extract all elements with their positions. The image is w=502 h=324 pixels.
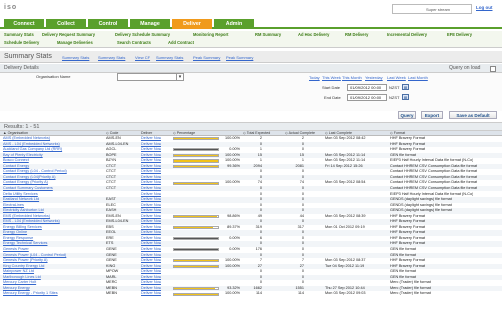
progress-bar: [173, 287, 219, 291]
main-nav: Connect Collect Control Manage Deliver A…: [0, 19, 502, 29]
results-table-body: AMS (Embedded Networks) AMS-EN Deliver Now…: [0, 136, 502, 324]
subnav-efe-delivery[interactable]: EFE Delivery: [447, 32, 472, 37]
progress-bar-fill: [174, 138, 218, 140]
end-timezone: NZST: [389, 95, 400, 100]
export-button[interactable]: Export: [421, 111, 443, 119]
subnav-delivery-request-summary[interactable]: Delivery Request Summary: [42, 32, 95, 37]
top-bar: iso Super stream Log out: [0, 0, 502, 18]
quick-today[interactable]: Today: [309, 75, 320, 80]
chevron-down-icon: ▾: [176, 74, 183, 80]
summary-link-3[interactable]: Summary Stats: [156, 55, 183, 60]
actual-complete-cell: 114: [297, 291, 304, 296]
organisation-link[interactable]: Mercury Energy - Priority 1 Sites: [3, 291, 101, 297]
query-button[interactable]: Query: [398, 111, 416, 119]
progress-bar-fill: [174, 182, 218, 184]
last-complete-cell: Mon 03 Sep 2012 09:03: [325, 291, 366, 296]
save-as-default-button[interactable]: Save as Default: [449, 111, 497, 119]
progress-bar-fill: [174, 154, 218, 157]
query-on-load-label: Query on load: [449, 65, 481, 71]
tab-manage[interactable]: Manage: [130, 19, 170, 29]
progress-bar-fill: [174, 160, 218, 162]
user-field[interactable]: Super stream: [392, 4, 472, 14]
progress-bar-fill: [174, 265, 218, 268]
progress-bar-fill: [174, 149, 218, 151]
subnav-rm-delivery[interactable]: RM Delivery: [345, 32, 368, 37]
summary-link-1[interactable]: Summary Stats: [62, 55, 89, 60]
summary-stats-header: Summary Stats Summary Stats Summary Stat…: [0, 51, 502, 63]
results-header: Results: 1 - 51: [0, 122, 502, 131]
subnav-manage-deliveries[interactable]: Manage Deliveries: [57, 40, 93, 45]
sub-nav: Summary Stats Delivery Request Summary D…: [0, 31, 502, 48]
progress-bar-fill: [174, 260, 218, 262]
progress-bar: [173, 259, 219, 263]
progress-bar-fill: [174, 288, 216, 290]
end-date-label: End Date: [324, 95, 341, 100]
progress-bar: [173, 148, 219, 152]
subnav-incremental-delivery[interactable]: Incremental Delivery: [387, 32, 427, 37]
progress-bar-fill: [174, 165, 218, 168]
summary-link-view-cf[interactable]: View CF: [135, 55, 150, 60]
progress-bar: [173, 153, 219, 158]
quick-this-month[interactable]: This Month: [342, 75, 362, 80]
progress-bar-fill: [174, 238, 218, 240]
summary-link-2[interactable]: Summary Stats: [98, 55, 125, 60]
query-on-load-checkbox[interactable]: [490, 65, 496, 72]
delivery-details-header: Delivery Details Query on load: [0, 64, 502, 73]
format-cell: Merc (Trader) file format: [390, 291, 431, 296]
subnav-search-contracts[interactable]: Search Contracts: [117, 40, 151, 45]
delivery-details-title: Delivery Details: [4, 65, 39, 71]
quick-yesterday[interactable]: Yesterday: [365, 75, 383, 80]
total-expected-cell: 114: [255, 291, 262, 296]
quick-last-month[interactable]: Last Month: [408, 75, 428, 80]
tab-connect[interactable]: Connect: [4, 19, 44, 29]
progress-bar: [173, 237, 219, 241]
tab-deliver[interactable]: Deliver: [172, 19, 212, 29]
start-date-input[interactable]: 01/09/2012 00:00: [347, 84, 387, 91]
deliver-now-link[interactable]: Deliver Now: [141, 291, 161, 297]
subnav-add-contract[interactable]: Add Contract: [168, 40, 194, 45]
subnav-ad-hoc-delivery[interactable]: Ad Hoc Delivery: [298, 32, 329, 37]
results-title: Results: 1 - 51: [4, 124, 40, 130]
subnav-rm-summary[interactable]: RM Summary: [255, 32, 281, 37]
subnav-delivery-schedule-summary[interactable]: Delivery Schedule Summary: [115, 32, 170, 37]
organisation-label: Organisation Name: [36, 74, 71, 79]
page-title: Summary Stats: [4, 53, 52, 60]
progress-bar: [173, 159, 219, 163]
table-row: Mercury Energy - Priority 1 Sites MEBN Del…: [0, 291, 502, 297]
progress-bar-fill: [174, 226, 214, 229]
progress-bar-fill: [174, 293, 218, 295]
progress-bar: [173, 225, 219, 230]
progress-bar: [173, 214, 219, 219]
quick-last-week[interactable]: Last Week: [387, 75, 406, 80]
logout-link[interactable]: Log out: [476, 5, 493, 10]
subnav-schedule-delivery[interactable]: Schedule Delivery: [4, 40, 39, 45]
progress-bar: [173, 164, 219, 169]
end-date-input[interactable]: 01/09/2012 00:00: [347, 94, 387, 101]
progress-bar: [173, 137, 219, 141]
progress-bar: [173, 292, 219, 296]
app-window: { "header": { "logo": "iso", "user": "Su…: [0, 0, 502, 324]
progress-bar: [173, 181, 219, 185]
percentage-cell: 100.00%: [225, 291, 240, 296]
progress-bar: [173, 248, 219, 252]
progress-bar-fill: [174, 249, 218, 251]
peak-summary-link-2[interactable]: Peak Summary: [226, 55, 253, 60]
peak-summary-link-1[interactable]: Peak Summary: [193, 55, 220, 60]
tab-admin[interactable]: Admin: [214, 19, 254, 29]
calendar-icon[interactable]: ▦: [402, 84, 409, 90]
quick-this-week[interactable]: This Week: [322, 75, 341, 80]
start-timezone: NZST: [389, 85, 400, 90]
progress-bar-fill: [174, 215, 218, 218]
organisation-select[interactable]: ▾: [117, 73, 184, 81]
subnav-summary-stats[interactable]: Summary Stats: [4, 32, 34, 37]
calendar-icon[interactable]: ▦: [402, 94, 409, 100]
tab-collect[interactable]: Collect: [46, 19, 86, 29]
progress-bar: [173, 264, 219, 269]
tab-control[interactable]: Control: [88, 19, 128, 29]
code-cell: MEBN: [106, 291, 117, 296]
subnav-monitoring-report[interactable]: Monitoring Report: [193, 32, 228, 37]
app-logo: iso: [4, 4, 18, 11]
start-date-label: Start Date: [322, 85, 341, 90]
